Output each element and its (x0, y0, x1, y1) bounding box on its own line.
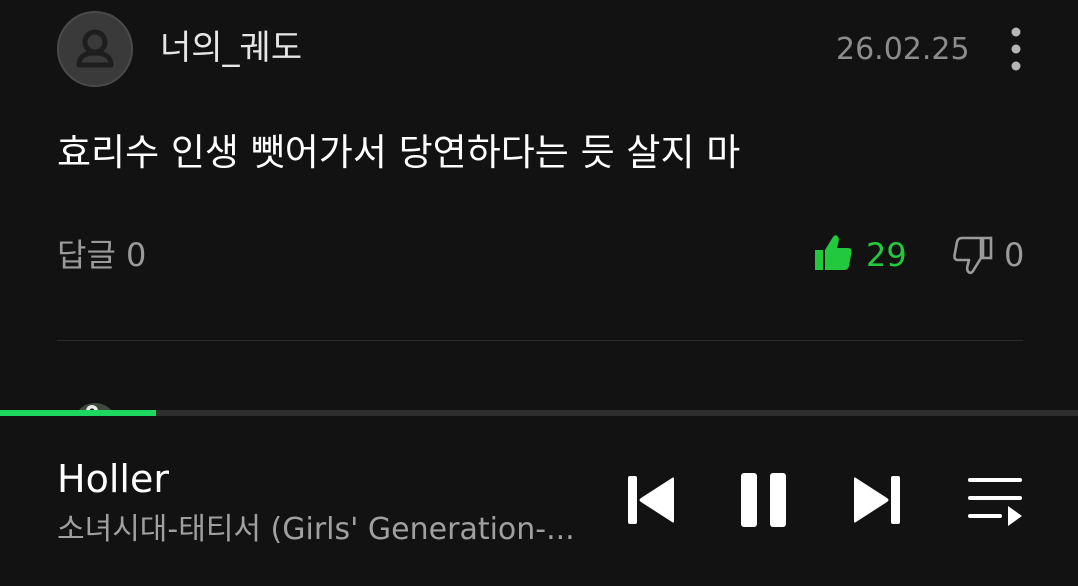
next-track-button[interactable] (850, 470, 904, 530)
comment-card: 너의_궤도 26.02.25 효리수 인생 뺏어가서 당연하다는 듯 살지 마 … (0, 0, 1078, 342)
thumbs-up-filled-icon (815, 235, 852, 270)
dislike-count: 0 (1004, 236, 1025, 274)
like-button[interactable] (812, 232, 854, 274)
pause-icon (741, 473, 786, 527)
dislike-button[interactable] (952, 234, 994, 276)
thumbs-down-outline-icon (953, 236, 993, 275)
mini-player[interactable]: Holler 소녀시대-태티서 (Girls' Generation-... (0, 410, 1078, 586)
track-title[interactable]: Holler (57, 452, 169, 506)
queue-playlist-icon (968, 478, 1022, 526)
like-count: 29 (866, 236, 907, 274)
more-options-button[interactable] (1000, 22, 1032, 78)
more-vertical-icon (1011, 27, 1021, 71)
avatar[interactable] (57, 11, 133, 87)
playback-progress-bar[interactable] (0, 410, 1078, 416)
reply-button[interactable]: 답글 0 (57, 232, 146, 278)
user-avatar-icon (76, 29, 114, 68)
skip-next-icon (854, 476, 900, 524)
playback-progress-fill (0, 410, 157, 416)
comment-date: 26.02.25 (836, 32, 970, 67)
divider (57, 340, 1023, 341)
username[interactable]: 너의_궤도 (160, 24, 302, 72)
previous-track-button[interactable] (624, 470, 678, 530)
pause-button[interactable] (738, 470, 790, 530)
comment-text: 효리수 인생 뺏어가서 당연하다는 듯 살지 마 (57, 131, 741, 174)
queue-button[interactable] (964, 472, 1026, 528)
skip-previous-icon (628, 476, 674, 524)
track-artist[interactable]: 소녀시대-태티서 (Girls' Generation-... (57, 508, 577, 552)
